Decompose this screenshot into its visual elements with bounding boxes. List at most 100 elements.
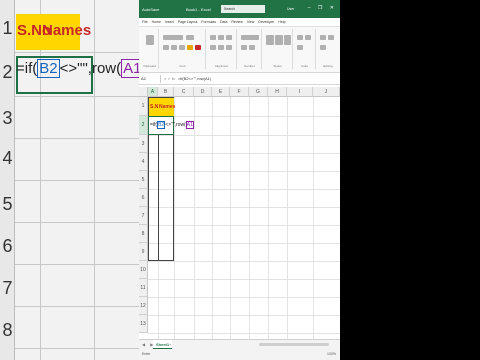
gridline [148, 189, 340, 190]
number-format-dropdown[interactable] [241, 35, 259, 40]
zoomed-header-names: Names [42, 22, 92, 39]
font-name-dropdown[interactable] [163, 35, 183, 40]
horizontal-scrollbar[interactable] [259, 343, 329, 346]
tab-data[interactable]: Data [220, 20, 227, 24]
gridline [148, 297, 340, 298]
zoomed-row-number: 1 [2, 18, 13, 38]
tab-file[interactable]: File [142, 20, 148, 24]
align-top-icon[interactable] [210, 35, 216, 40]
zoomed-gridline [15, 96, 139, 97]
window-controls[interactable]: – ❐ ✕ [308, 5, 337, 11]
search-box[interactable]: Search [221, 5, 265, 13]
row-header-5[interactable]: 5 [139, 171, 148, 189]
add-sheet-button[interactable]: + [169, 342, 171, 347]
row-header-10[interactable]: 10 [139, 261, 148, 279]
zoomed-formula-prefix: =if( [16, 60, 38, 77]
formula-input[interactable]: =if(B2<>"",row(A1) [178, 76, 340, 81]
worksheet-grid[interactable]: A B C D E F G H I J 1 2 3 4 5 6 7 8 9 10… [139, 87, 340, 339]
row-header-12[interactable]: 12 [139, 297, 148, 315]
tab-formulas[interactable]: Formulas [201, 20, 216, 24]
zoomed-row-number: 5 [2, 194, 13, 214]
row-header-13[interactable]: 13 [139, 315, 148, 333]
tab-developer[interactable]: Developer [258, 20, 274, 24]
cell-a1[interactable]: S.No [149, 98, 161, 116]
bold-icon[interactable] [163, 45, 169, 50]
gridline [313, 97, 314, 339]
ribbon-group-label: Clipboard [143, 64, 156, 68]
delete-cells-icon[interactable] [305, 35, 311, 40]
tab-home[interactable]: Home [152, 20, 161, 24]
user-account[interactable]: User [287, 7, 294, 11]
cell-b1[interactable]: Names [158, 98, 175, 116]
column-header-e[interactable]: E [212, 87, 230, 97]
row-header-6[interactable]: 6 [139, 189, 148, 207]
autosave-label[interactable]: AutoSave [142, 7, 159, 12]
underline-icon[interactable] [179, 45, 185, 50]
row-header-7[interactable]: 7 [139, 207, 148, 225]
align-center-icon[interactable] [218, 45, 224, 50]
formula-bar-buttons[interactable]: × ✓ fx [161, 76, 178, 81]
zoomed-formula-ref-a1: A1 [121, 59, 139, 78]
zoomed-row-number: 3 [2, 108, 13, 128]
percent-icon[interactable] [249, 45, 255, 50]
select-all-corner[interactable] [139, 87, 148, 97]
row-header-3[interactable]: 3 [139, 135, 148, 153]
paste-icon[interactable] [146, 35, 154, 45]
zoomed-gridline [94, 0, 95, 360]
conditional-formatting-icon[interactable] [266, 35, 274, 45]
title-bar: AutoSave Book1 - Excel Search User – ❐ ✕ [139, 0, 340, 18]
cell-a2-active[interactable]: =if(B2<>"",row(A1 [148, 116, 194, 135]
row-header-4[interactable]: 4 [139, 153, 148, 171]
tab-view[interactable]: View [247, 20, 255, 24]
format-as-table-icon[interactable] [275, 35, 283, 45]
column-header-f[interactable]: F [230, 87, 249, 97]
sort-filter-icon[interactable] [328, 35, 334, 40]
insert-cells-icon[interactable] [297, 35, 303, 40]
zoom-level[interactable]: 100% [327, 352, 336, 356]
tab-page-layout[interactable]: Page Layout [178, 20, 198, 24]
column-header-h[interactable]: H [268, 87, 287, 97]
column-header-g[interactable]: G [249, 87, 268, 97]
cell-styles-icon[interactable] [284, 35, 291, 45]
row-header-8[interactable]: 8 [139, 225, 148, 243]
font-color-icon[interactable] [195, 45, 201, 50]
italic-icon[interactable] [171, 45, 177, 50]
gridline [148, 315, 340, 316]
ribbon-group-label: Alignment [214, 64, 229, 68]
merge-icon[interactable] [226, 45, 232, 50]
name-box[interactable]: A2 [139, 74, 161, 83]
gridline [148, 243, 340, 244]
autosum-icon[interactable] [320, 35, 326, 40]
column-header-i[interactable]: I [287, 87, 313, 97]
row-header-2[interactable]: 2 [139, 116, 148, 135]
row-header-1[interactable]: 1 [139, 97, 148, 116]
zoomed-gridline [15, 180, 139, 181]
fill-color-icon[interactable] [187, 45, 193, 50]
ribbon-group-label: Font [179, 64, 186, 68]
column-header-b[interactable]: B [158, 87, 174, 97]
format-cells-icon[interactable] [297, 45, 303, 50]
tab-insert[interactable]: Insert [165, 20, 174, 24]
column-header-c[interactable]: C [174, 87, 194, 97]
font-size-dropdown[interactable] [186, 35, 194, 40]
tab-review[interactable]: Review [231, 20, 242, 24]
currency-icon[interactable] [241, 45, 247, 50]
column-header-a[interactable]: A [148, 87, 158, 97]
black-background-right [340, 0, 480, 360]
gridline [287, 97, 288, 339]
gridline [212, 97, 213, 339]
wrap-text-icon[interactable] [226, 35, 232, 40]
zoomed-formula-ref-b2: B2 [37, 59, 60, 78]
column-header-d[interactable]: D [194, 87, 212, 97]
tab-help[interactable]: Help [278, 20, 285, 24]
gridline [148, 279, 340, 280]
row-header-9[interactable]: 9 [139, 243, 148, 261]
column-header-j[interactable]: J [313, 87, 340, 97]
find-select-icon[interactable] [320, 45, 326, 50]
ribbon-group-editing: Editing [317, 29, 339, 69]
align-middle-icon[interactable] [218, 35, 224, 40]
gridline [148, 207, 340, 208]
align-left-icon[interactable] [210, 45, 216, 50]
gridline [194, 97, 195, 339]
row-header-11[interactable]: 11 [139, 279, 148, 297]
